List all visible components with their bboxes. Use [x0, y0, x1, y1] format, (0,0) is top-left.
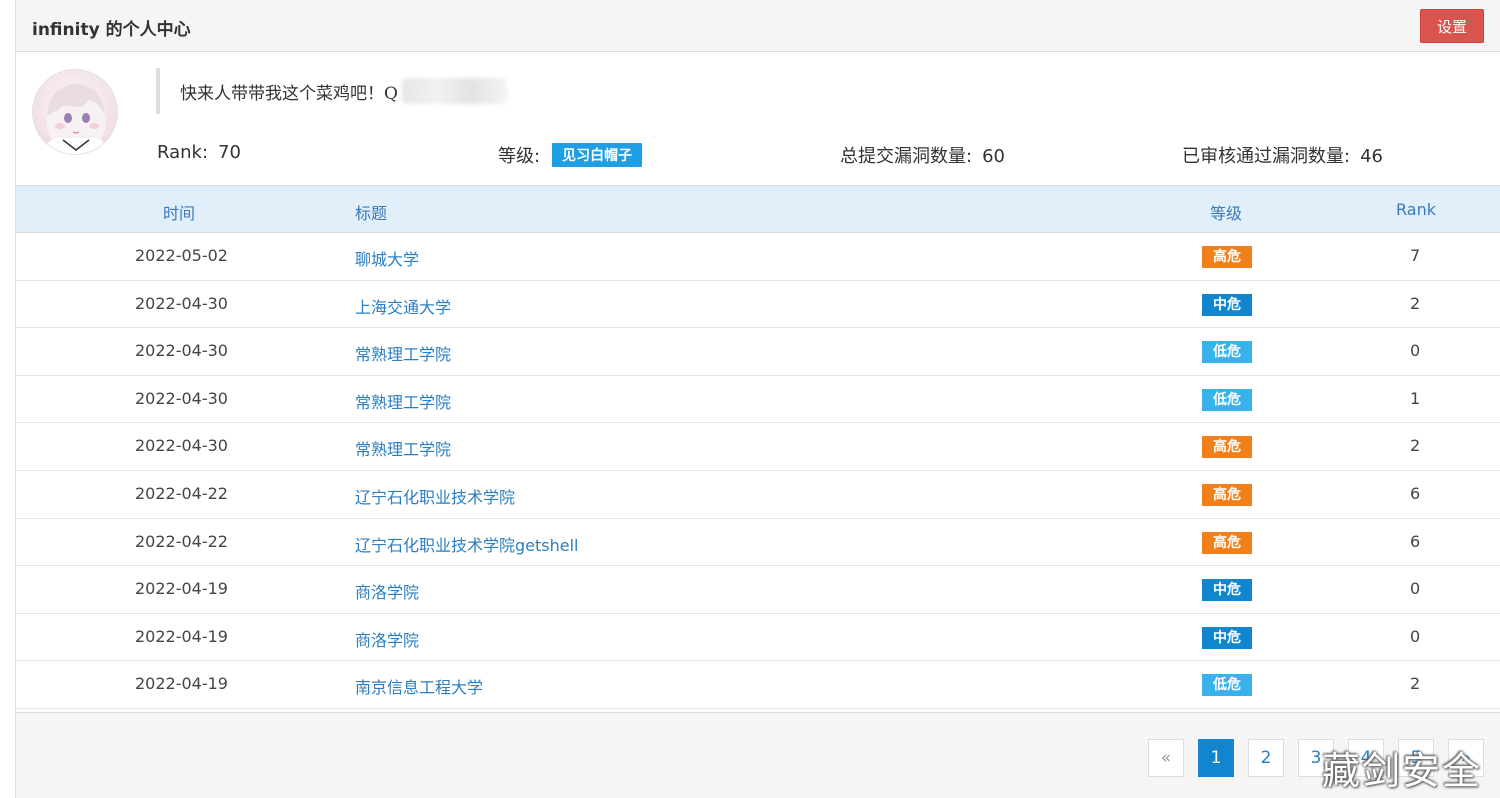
rank-label: Rank: — [157, 142, 209, 163]
table-header: 时间 标题 等级 Rank — [16, 185, 1500, 233]
row-date: 2022-05-02 — [135, 246, 228, 265]
submitted-label: 总提交漏洞数量: — [840, 146, 973, 167]
table-footer: « 1 2 3 4 5 » — [16, 712, 1500, 798]
row-date: 2022-04-30 — [135, 293, 228, 313]
level-badge: 见习白帽子 — [552, 143, 643, 167]
table-body: 2022-05-02 聊城大学 高危 7 2022-04-30 上海交通大学 中危 2 2022… — [16, 233, 1500, 709]
row-date: 2022-04-30 — [135, 341, 228, 361]
column-header-time: 时间 — [163, 204, 196, 223]
rank-stat: Rank: 70 — [157, 142, 241, 163]
row-date: 2022-04-19 — [135, 579, 228, 599]
severity-badge: 低危 — [1202, 388, 1252, 411]
row-rank: 2 — [1410, 436, 1421, 456]
pagination-page-2[interactable]: 2 — [1248, 739, 1284, 777]
column-header-level: 等级 — [1210, 204, 1243, 223]
row-rank: 0 — [1410, 579, 1421, 599]
panel-heading: infinity 的个人中心 设置 — [16, 0, 1500, 52]
row-title-link[interactable]: 上海交通大学 — [355, 294, 451, 318]
table-row: 2022-04-19 商洛学院 中危 0 — [16, 566, 1500, 614]
pagination-page-1[interactable]: 1 — [1198, 739, 1234, 777]
level-label: 等级: — [498, 146, 541, 167]
severity-badge: 中危 — [1202, 626, 1252, 649]
severity-badge: 高危 — [1202, 483, 1252, 506]
submitted-value: 60 — [982, 146, 1005, 167]
table-row: 2022-04-30 常熟理工学院 低危 1 — [16, 376, 1500, 424]
row-date: 2022-04-22 — [135, 483, 228, 503]
vulnerability-table: 时间 标题 等级 Rank 2022-05-02 聊城大学 高危 7 2022-04-3… — [16, 185, 1500, 709]
column-header-rank: Rank — [1396, 200, 1436, 219]
page-title: infinity 的个人中心 — [32, 20, 191, 40]
severity-badge: 低危 — [1202, 674, 1252, 697]
row-date: 2022-04-30 — [135, 436, 228, 456]
table-row: 2022-04-30 常熟理工学院 高危 2 — [16, 423, 1500, 471]
row-rank: 6 — [1410, 483, 1421, 503]
column-header-title: 标题 — [355, 204, 388, 223]
row-rank: 1 — [1410, 388, 1421, 408]
row-title-link[interactable]: 南京信息工程大学 — [355, 674, 483, 698]
user-signature: 快来人带带我这个菜鸡吧！Q — [156, 68, 507, 114]
row-date: 2022-04-19 — [135, 674, 228, 694]
row-title-link[interactable]: 常熟理工学院 — [355, 341, 451, 365]
row-title-link[interactable]: 辽宁石化职业技术学院 — [355, 484, 515, 508]
avatar-anime-girl-icon — [43, 84, 109, 154]
row-level: 高危 — [1202, 531, 1252, 554]
row-date: 2022-04-19 — [135, 626, 228, 646]
row-level: 低危 — [1202, 341, 1252, 364]
row-level: 中危 — [1202, 626, 1252, 649]
row-title-link[interactable]: 常熟理工学院 — [355, 436, 451, 460]
row-level: 高危 — [1202, 246, 1252, 268]
row-title-link[interactable]: 商洛学院 — [355, 627, 419, 651]
table-row: 2022-04-22 辽宁石化职业技术学院getshell 高危 6 — [16, 519, 1500, 567]
user-center-panel: infinity 的个人中心 设置 快来人带带我这个菜鸡吧！Q Rank: 70 … — [15, 0, 1500, 798]
rank-value: 70 — [218, 142, 241, 163]
level-stat: 等级: 见习白帽子 — [498, 142, 643, 168]
table-row: 2022-04-30 上海交通大学 中危 2 — [16, 281, 1500, 329]
row-rank: 6 — [1410, 531, 1421, 551]
row-rank: 7 — [1410, 246, 1421, 265]
row-rank: 2 — [1410, 674, 1421, 694]
row-title-link[interactable]: 商洛学院 — [355, 579, 419, 603]
row-level: 高危 — [1202, 436, 1252, 459]
row-title-link[interactable]: 聊城大学 — [355, 246, 419, 270]
pagination-prev[interactable]: « — [1148, 739, 1184, 777]
severity-badge: 高危 — [1202, 436, 1252, 459]
row-title-link[interactable]: 常熟理工学院 — [355, 389, 451, 413]
table-row: 2022-05-02 聊城大学 高危 7 — [16, 233, 1500, 281]
submitted-stat: 总提交漏洞数量: 60 — [840, 142, 1005, 168]
settings-button[interactable]: 设置 — [1420, 9, 1484, 43]
row-rank: 2 — [1410, 293, 1421, 313]
severity-badge: 高危 — [1202, 531, 1252, 554]
row-level: 中危 — [1202, 293, 1252, 316]
row-level: 低危 — [1202, 388, 1252, 411]
approved-value: 46 — [1360, 146, 1383, 167]
row-level: 高危 — [1202, 483, 1252, 506]
row-level: 低危 — [1202, 674, 1252, 697]
approved-label: 已审核通过漏洞数量: — [1182, 146, 1351, 167]
watermark: 藏剑安全 — [1322, 749, 1483, 793]
severity-badge: 中危 — [1202, 579, 1252, 602]
table-row: 2022-04-19 南京信息工程大学 低危 2 — [16, 661, 1500, 709]
table-row: 2022-04-19 商洛学院 中危 0 — [16, 614, 1500, 662]
severity-badge: 中危 — [1202, 293, 1252, 316]
row-date: 2022-04-30 — [135, 388, 228, 408]
severity-badge: 高危 — [1202, 246, 1252, 268]
table-row: 2022-04-22 辽宁石化职业技术学院 高危 6 — [16, 471, 1500, 519]
table-row: 2022-04-30 常熟理工学院 低危 0 — [16, 328, 1500, 376]
avatar — [32, 69, 118, 155]
signature-text: 快来人带带我这个菜鸡吧！Q — [180, 83, 398, 104]
approved-stat: 已审核通过漏洞数量: 46 — [1182, 142, 1383, 168]
severity-badge: 低危 — [1202, 341, 1252, 364]
row-title-link[interactable]: 辽宁石化职业技术学院getshell — [355, 532, 579, 556]
row-date: 2022-04-22 — [135, 531, 228, 551]
redacted-contact — [401, 78, 507, 104]
row-rank: 0 — [1410, 626, 1421, 646]
row-level: 中危 — [1202, 579, 1252, 602]
row-rank: 0 — [1410, 341, 1421, 361]
